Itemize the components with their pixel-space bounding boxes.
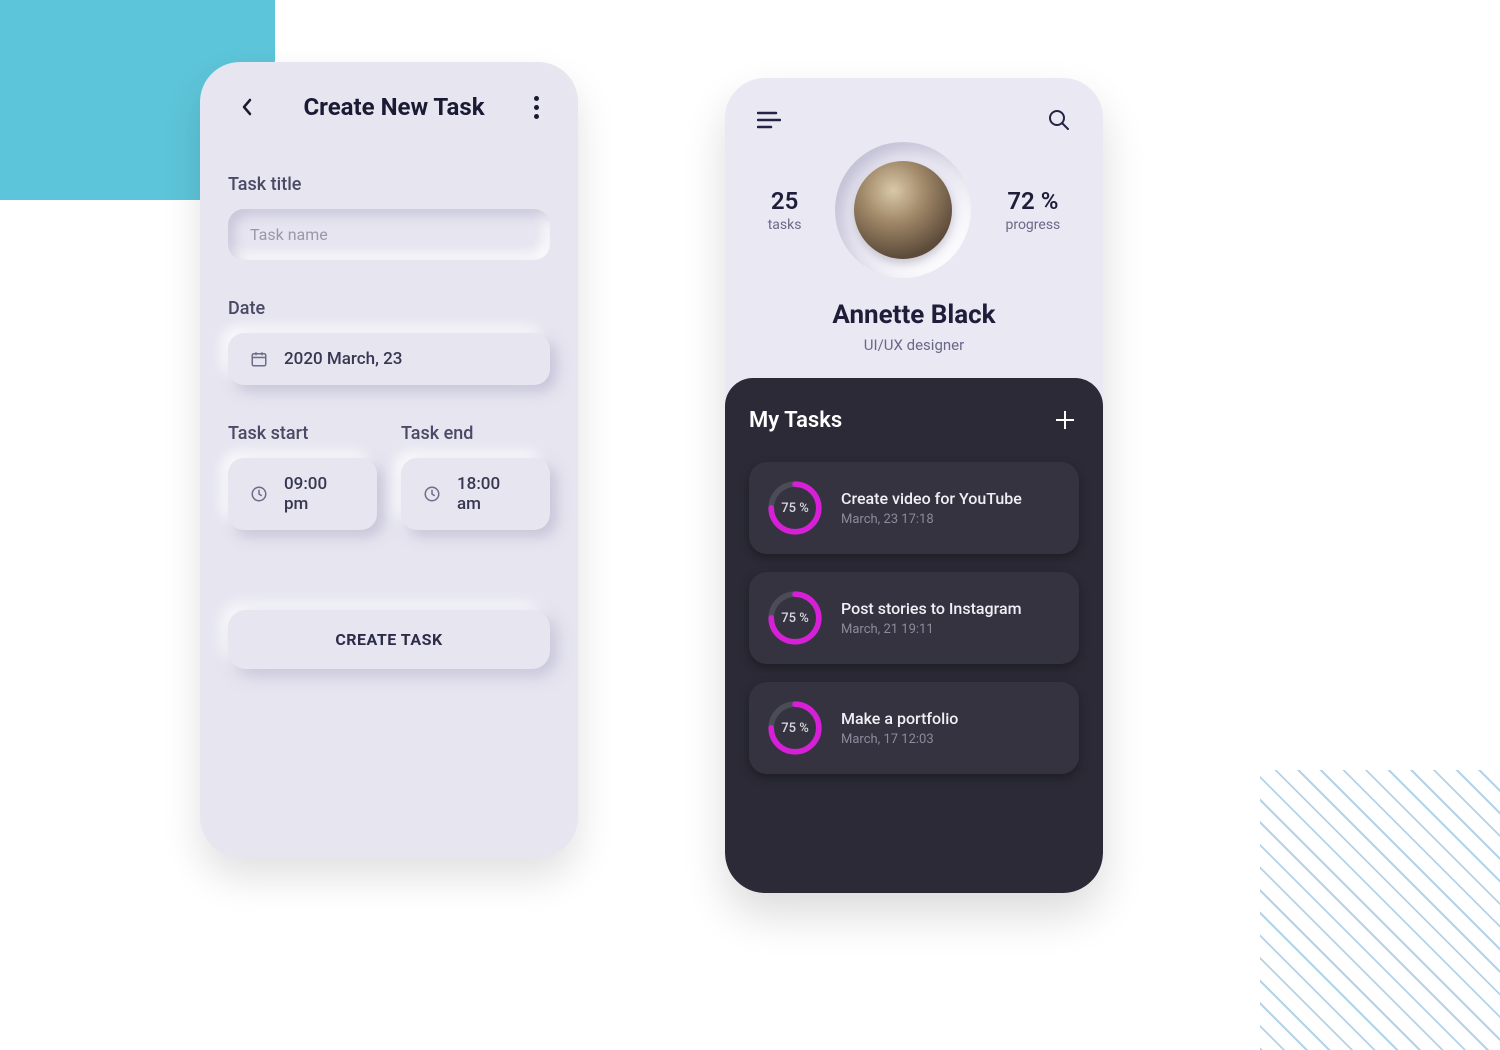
add-task-button[interactable]	[1051, 406, 1079, 434]
progress-ring: 75 %	[767, 480, 823, 536]
progress-stat: 72 % progress	[1005, 187, 1060, 233]
task-card[interactable]: 75 % Post stories to Instagram March, 21…	[749, 572, 1079, 664]
task-start-picker[interactable]: 09:00 pm	[228, 458, 377, 530]
more-button[interactable]	[526, 92, 546, 122]
task-date: March, 21 19:11	[841, 622, 1022, 637]
task-title: Make a portfolio	[841, 709, 958, 728]
header	[725, 78, 1103, 146]
back-button[interactable]	[232, 92, 262, 122]
task-title-input-wrap[interactable]	[228, 209, 550, 260]
task-start-group: Task start 09:00 pm	[228, 423, 377, 530]
search-icon	[1048, 109, 1070, 131]
progress-value: 72 %	[1005, 187, 1060, 215]
task-end-label: Task end	[401, 423, 550, 444]
task-title-group: Task title	[228, 174, 550, 260]
task-pct: 75 %	[767, 700, 823, 756]
profile-tasks-screen: 25 tasks 72 % progress Annette Black UI/…	[725, 78, 1103, 893]
search-button[interactable]	[1045, 106, 1073, 134]
task-start-value: 09:00 pm	[284, 474, 355, 514]
calendar-icon	[250, 350, 268, 368]
clock-icon	[250, 485, 268, 503]
clock-icon	[423, 485, 441, 503]
dot-icon	[534, 114, 539, 119]
tasks-header: My Tasks	[749, 406, 1079, 434]
profile-name: Annette Black	[725, 300, 1103, 330]
profile-stats-row: 25 tasks 72 % progress	[725, 142, 1103, 278]
dot-icon	[534, 105, 539, 110]
time-row: Task start 09:00 pm Task end 18:00 am	[228, 423, 550, 530]
progress-ring: 75 %	[767, 700, 823, 756]
progress-label: progress	[1005, 217, 1060, 233]
task-pct: 75 %	[767, 590, 823, 646]
tasks-panel: My Tasks 75 % Create video for YouTube M…	[725, 378, 1103, 893]
plus-icon	[1054, 409, 1076, 431]
date-label: Date	[228, 298, 550, 319]
task-card[interactable]: 75 % Create video for YouTube March, 23 …	[749, 462, 1079, 554]
task-info: Make a portfolio March, 17 12:03	[841, 709, 958, 747]
decorative-diagonal-lines	[1260, 770, 1500, 1050]
profile-role: UI/UX designer	[725, 336, 1103, 354]
tasks-label: tasks	[768, 217, 802, 233]
task-end-value: 18:00 am	[457, 474, 528, 514]
date-group: Date 2020 March, 23	[228, 298, 550, 385]
task-date: March, 17 12:03	[841, 732, 958, 747]
chevron-left-icon	[240, 98, 254, 116]
tasks-stat: 25 tasks	[768, 187, 802, 233]
date-value: 2020 March, 23	[284, 349, 402, 369]
create-task-screen: Create New Task Task title Date 2020 Mar…	[200, 62, 578, 857]
task-info: Post stories to Instagram March, 21 19:1…	[841, 599, 1022, 637]
task-title-label: Task title	[228, 174, 550, 195]
tasks-count: 25	[768, 187, 802, 215]
page-title: Create New Task	[303, 93, 484, 121]
task-title: Post stories to Instagram	[841, 599, 1022, 618]
task-card[interactable]: 75 % Make a portfolio March, 17 12:03	[749, 682, 1079, 774]
task-title-input[interactable]	[250, 225, 528, 244]
menu-icon	[757, 111, 781, 129]
task-date: March, 23 17:18	[841, 512, 1022, 527]
dot-icon	[534, 96, 539, 101]
header: Create New Task	[228, 92, 550, 122]
task-title: Create video for YouTube	[841, 489, 1022, 508]
task-end-group: Task end 18:00 am	[401, 423, 550, 530]
avatar-ring	[835, 142, 971, 278]
tasks-title: My Tasks	[749, 408, 842, 433]
task-start-label: Task start	[228, 423, 377, 444]
task-end-picker[interactable]: 18:00 am	[401, 458, 550, 530]
menu-button[interactable]	[755, 106, 783, 134]
progress-ring: 75 %	[767, 590, 823, 646]
date-picker[interactable]: 2020 March, 23	[228, 333, 550, 385]
create-task-button[interactable]: CREATE TASK	[228, 610, 550, 669]
task-info: Create video for YouTube March, 23 17:18	[841, 489, 1022, 527]
avatar[interactable]	[854, 161, 952, 259]
task-pct: 75 %	[767, 480, 823, 536]
